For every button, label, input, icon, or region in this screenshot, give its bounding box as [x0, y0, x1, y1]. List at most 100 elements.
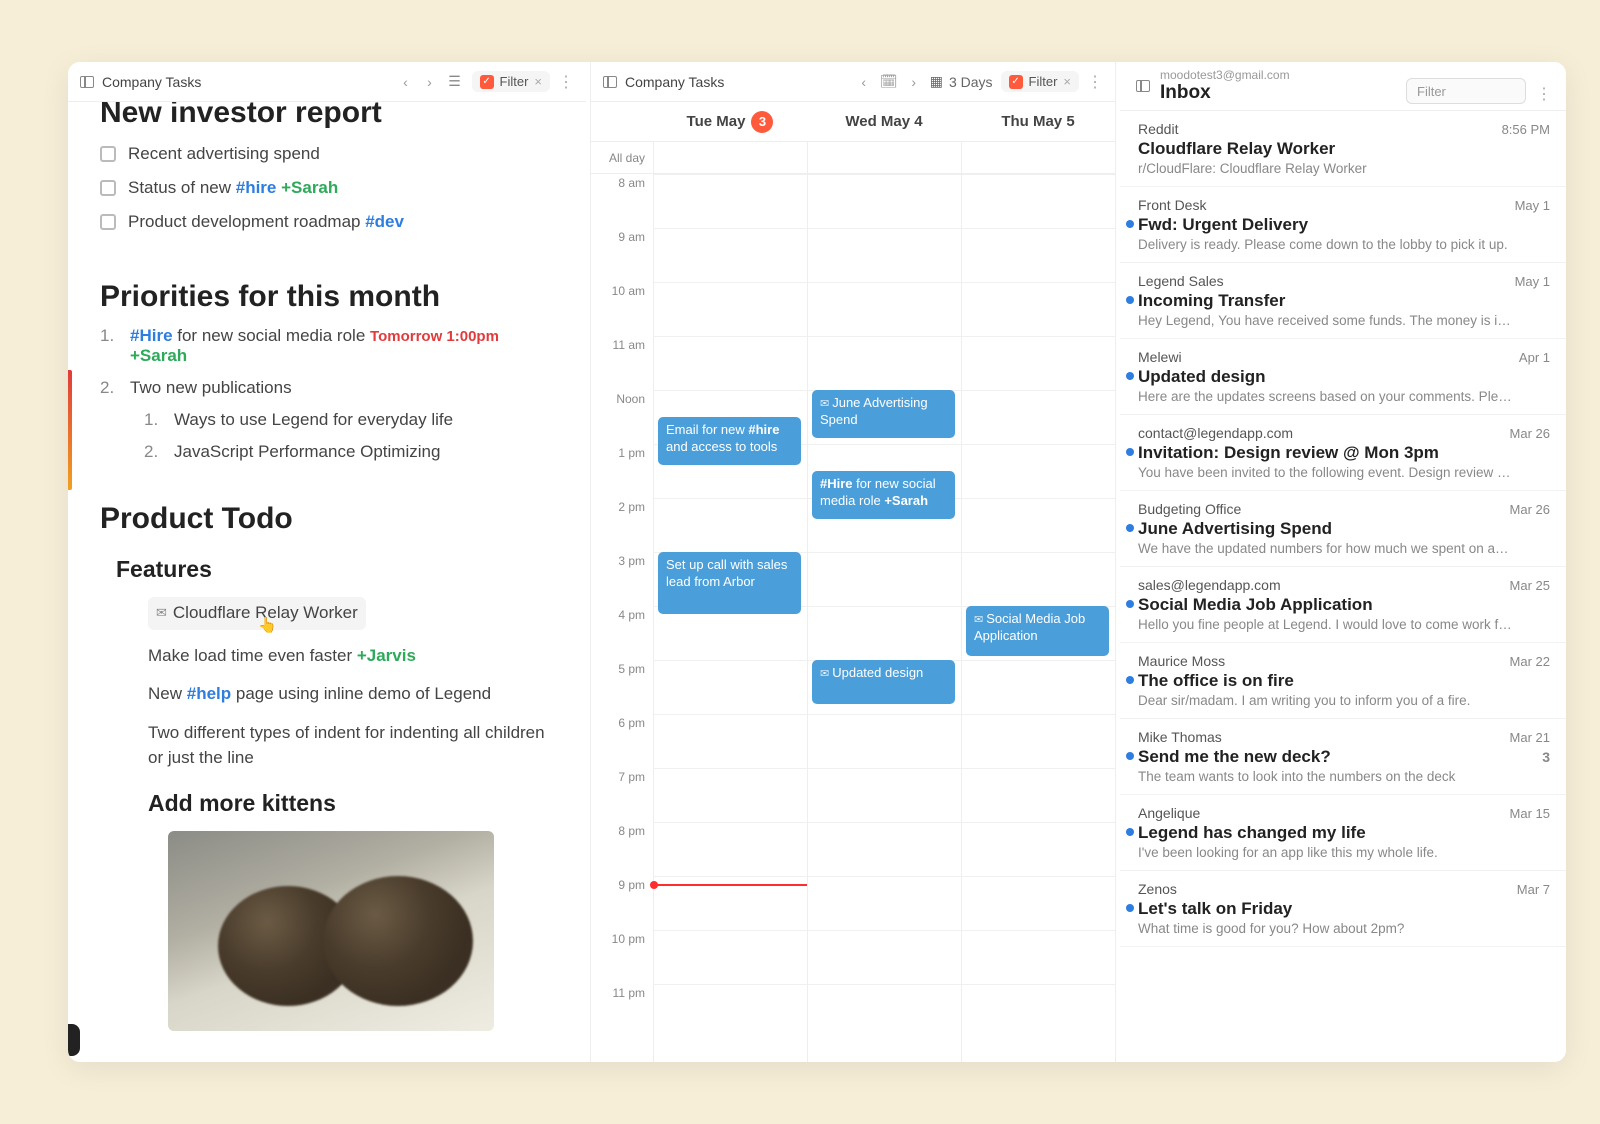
- hour-label: Noon: [591, 390, 653, 444]
- inbox-filter-input[interactable]: Filter: [1406, 78, 1526, 104]
- calendar-toolbar: Company Tasks ‹ 🗓 › ▦ 3 Days ✓ Filter × …: [591, 62, 1115, 102]
- day-column-thu[interactable]: ✉Social Media Job Application: [961, 174, 1115, 1062]
- next-button[interactable]: ›: [906, 74, 922, 90]
- day-column-wed[interactable]: ✉June Advertising Spend #Hire for new so…: [807, 174, 961, 1062]
- list-item[interactable]: 1. #Hire for new social media role Tomor…: [100, 326, 564, 366]
- todo-text: Product development roadmap #dev: [128, 212, 404, 232]
- back-button[interactable]: ‹: [398, 74, 414, 90]
- mail-item[interactable]: contact@legendapp.comMar 26Invitation: D…: [1120, 415, 1566, 491]
- hashtag[interactable]: #hire: [236, 178, 277, 197]
- range-selector[interactable]: ▦ 3 Days: [930, 73, 993, 90]
- due-badge[interactable]: Tomorrow 1:00pm: [370, 328, 499, 345]
- hour-label: 11 am: [591, 336, 653, 390]
- feature-item[interactable]: ✉ Cloudflare Relay Worker 👆: [148, 597, 564, 630]
- panel-icon[interactable]: [603, 76, 617, 88]
- mail-when: Mar 26: [1510, 426, 1550, 441]
- mail-subject: Updated design: [1138, 367, 1266, 387]
- section-heading: Product Todo: [100, 502, 564, 536]
- mail-from: Mike Thomas: [1138, 729, 1222, 745]
- mail-from: Maurice Moss: [1138, 653, 1225, 669]
- list-item[interactable]: 2. Two new publications: [100, 378, 564, 398]
- forward-button[interactable]: ›: [422, 74, 438, 90]
- document-body[interactable]: New investor report Recent advertising s…: [68, 102, 586, 1062]
- filter-label: Filter: [500, 74, 529, 89]
- event[interactable]: ✉June Advertising Spend: [812, 390, 955, 438]
- mention[interactable]: +Sarah: [130, 346, 187, 365]
- mail-item[interactable]: sales@legendapp.comMar 25Social Media Jo…: [1120, 567, 1566, 643]
- section-heading: Priorities for this month: [100, 280, 564, 314]
- mail-item[interactable]: ZenosMar 7Let's talk on FridayWhat time …: [1120, 871, 1566, 947]
- now-dot-icon: [650, 881, 658, 889]
- mention[interactable]: +Sarah: [276, 178, 338, 197]
- filter-clear-button[interactable]: ×: [534, 74, 542, 89]
- filter-label: Filter: [1029, 74, 1058, 89]
- mail-item[interactable]: Legend SalesMay 1Incoming TransferHey Le…: [1120, 263, 1566, 339]
- more-button[interactable]: ⋮: [558, 72, 574, 92]
- mail-preview: Delivery is ready. Please come down to t…: [1138, 237, 1550, 252]
- mail-when: Mar 7: [1517, 882, 1550, 897]
- day-column-tue[interactable]: Email for new #hire and access to tools …: [653, 174, 807, 1062]
- calendar-day-header: Tue May 3 Wed May 4 Thu May 5: [591, 102, 1115, 142]
- all-day-cell[interactable]: [807, 142, 961, 173]
- day-header[interactable]: Thu May 5: [961, 113, 1115, 130]
- calendar-pane: Company Tasks ‹ 🗓 › ▦ 3 Days ✓ Filter × …: [590, 62, 1116, 1062]
- event[interactable]: Email for new #hire and access to tools: [658, 417, 801, 465]
- mail-item[interactable]: MelewiApr 1Updated designHere are the up…: [1120, 339, 1566, 415]
- mail-preview: Hey Legend, You have received some funds…: [1138, 313, 1550, 328]
- mail-from: Zenos: [1138, 881, 1177, 897]
- mail-item[interactable]: Mike ThomasMar 21Send me the new deck?3T…: [1120, 719, 1566, 795]
- mail-when: Mar 21: [1510, 730, 1550, 745]
- checkbox[interactable]: [100, 146, 116, 162]
- checkbox[interactable]: [100, 214, 116, 230]
- hashtag[interactable]: #Hire: [130, 326, 173, 345]
- mail-item[interactable]: AngeliqueMar 15Legend has changed my lif…: [1120, 795, 1566, 871]
- feature-item[interactable]: Two different types of indent for indent…: [148, 721, 564, 770]
- filter-clear-button[interactable]: ×: [1063, 74, 1071, 89]
- mail-item[interactable]: Reddit8:56 PMCloudflare Relay Workerr/Cl…: [1120, 111, 1566, 187]
- mail-preview: The team wants to look into the numbers …: [1138, 769, 1550, 784]
- todo-item[interactable]: Product development roadmap #dev: [100, 212, 564, 232]
- hashtag[interactable]: #help: [187, 684, 231, 703]
- mail-item[interactable]: Budgeting OfficeMar 26June Advertising S…: [1120, 491, 1566, 567]
- calendar-grid[interactable]: 8 am9 am10 am11 amNoon1 pm2 pm3 pm4 pm5 …: [591, 174, 1115, 1062]
- more-button[interactable]: ⋮: [1536, 84, 1552, 104]
- linked-node[interactable]: ✉ Cloudflare Relay Worker: [148, 597, 366, 630]
- mail-preview: r/CloudFlare: Cloudflare Relay Worker: [1138, 161, 1550, 176]
- mail-subject: Incoming Transfer: [1138, 291, 1285, 311]
- hour-label: 1 pm: [591, 444, 653, 498]
- event[interactable]: ✉Social Media Job Application: [966, 606, 1109, 656]
- checkbox[interactable]: [100, 180, 116, 196]
- panel-icon[interactable]: [80, 76, 94, 88]
- list-item[interactable]: 2. JavaScript Performance Optimizing: [144, 442, 564, 462]
- hour-label: 11 pm: [591, 984, 653, 1038]
- calendar-icon[interactable]: 🗓: [880, 73, 898, 91]
- day-header[interactable]: Wed May 4: [807, 113, 961, 130]
- all-day-cell[interactable]: [961, 142, 1115, 173]
- unread-dot-icon: [1126, 372, 1134, 380]
- prev-button[interactable]: ‹: [856, 74, 872, 90]
- mention[interactable]: +Jarvis: [357, 646, 416, 665]
- day-header[interactable]: Tue May 3: [653, 111, 807, 133]
- day-columns: Email for new #hire and access to tools …: [653, 174, 1115, 1062]
- event[interactable]: #Hire for new social media role +Sarah: [812, 471, 955, 519]
- mail-item[interactable]: Maurice MossMar 22The office is on fireD…: [1120, 643, 1566, 719]
- event[interactable]: ✉Updated design: [812, 660, 955, 704]
- mail-list[interactable]: Reddit8:56 PMCloudflare Relay Workerr/Cl…: [1120, 111, 1566, 1062]
- panel-icon[interactable]: [1136, 80, 1150, 92]
- list-icon[interactable]: ☰: [446, 73, 464, 91]
- todo-item[interactable]: Status of new #hire +Sarah: [100, 178, 564, 198]
- mail-from: sales@legendapp.com: [1138, 577, 1281, 593]
- mail-item[interactable]: Front DeskMay 1Fwd: Urgent DeliveryDeliv…: [1120, 187, 1566, 263]
- filter-chip[interactable]: ✓ Filter ×: [472, 71, 550, 92]
- hashtag[interactable]: #dev: [365, 212, 404, 231]
- todo-item[interactable]: Recent advertising spend: [100, 144, 564, 164]
- event[interactable]: Set up call with sales lead from Arbor: [658, 552, 801, 614]
- list-item[interactable]: 1. Ways to use Legend for everyday life: [144, 410, 564, 430]
- filter-chip[interactable]: ✓ Filter ×: [1001, 71, 1079, 92]
- all-day-cell[interactable]: [653, 142, 807, 173]
- feature-item[interactable]: New #help page using inline demo of Lege…: [148, 682, 564, 707]
- hour-label: 10 am: [591, 282, 653, 336]
- calendar-title: Company Tasks: [625, 74, 724, 90]
- feature-item[interactable]: Make load time even faster +Jarvis: [148, 644, 564, 669]
- more-button[interactable]: ⋮: [1087, 72, 1103, 92]
